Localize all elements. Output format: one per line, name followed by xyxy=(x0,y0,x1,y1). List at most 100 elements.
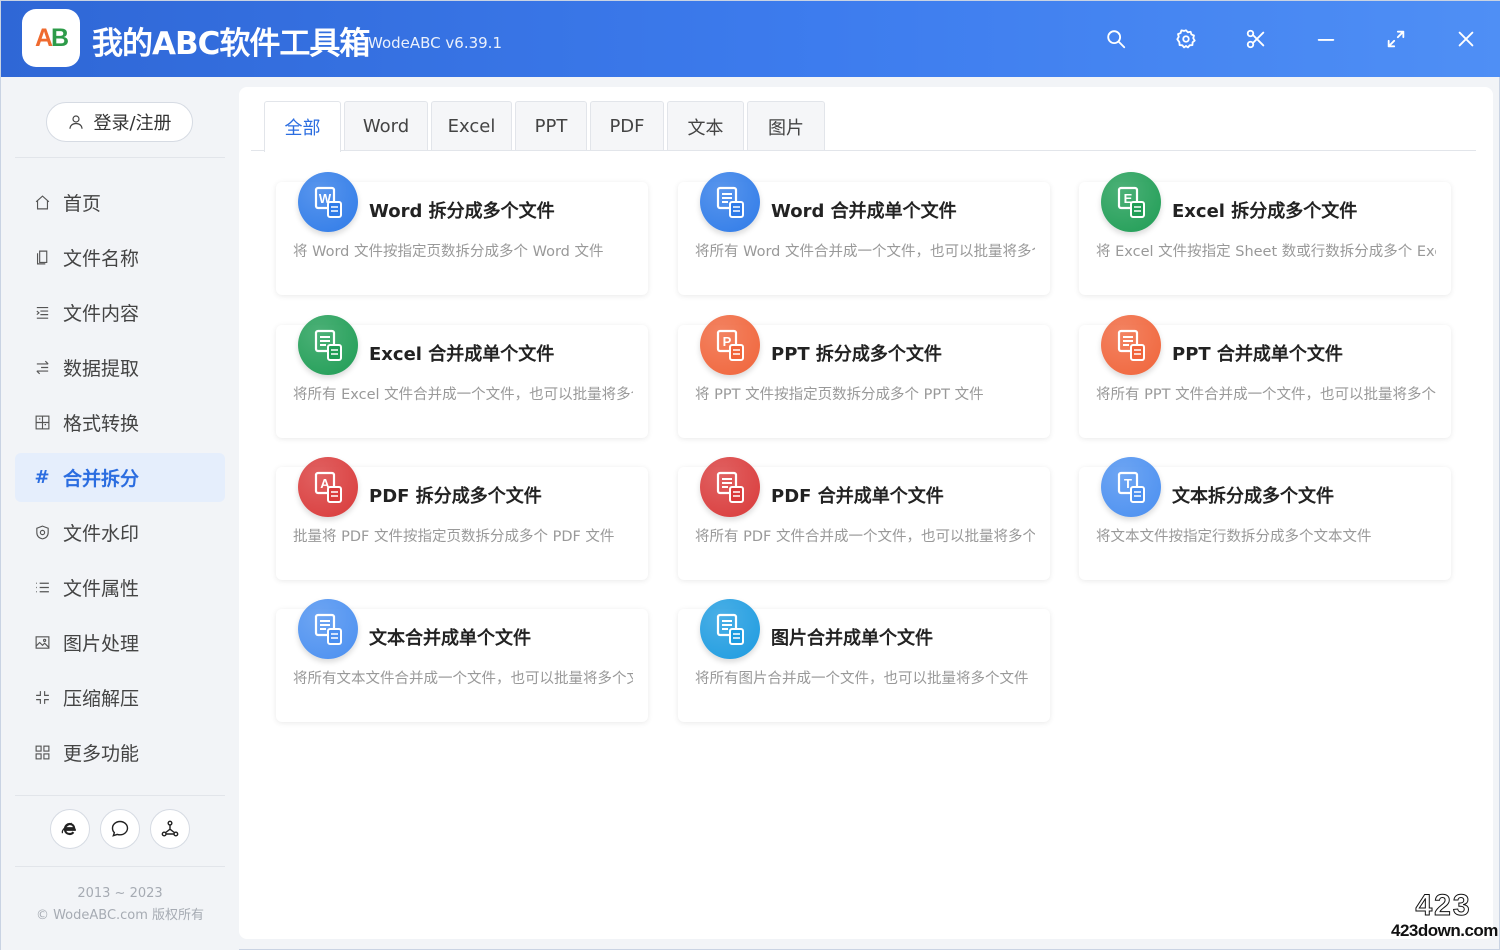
watermark-shield-icon xyxy=(33,524,51,542)
tool-card[interactable]: E Excel 拆分成多个文件将 Excel 文件按指定 Sheet 数或行数拆分… xyxy=(1079,172,1451,295)
search-icon xyxy=(1107,30,1126,49)
app-window: AB 我的ABC软件工具箱 WodeABC v6.39.1 登录/注册 首页 文… xyxy=(0,0,1500,950)
pdf-split-icon: A xyxy=(298,457,358,517)
settings-icon xyxy=(1176,29,1196,49)
tool-card[interactable]: 文本合并成单个文件将所有文本文件合并成一个文件，也可以批量将多个文件 xyxy=(276,599,648,722)
tool-card[interactable]: A PDF 拆分成多个文件批量将 PDF 文件按指定页数拆分成多个 PDF 文件 xyxy=(276,457,648,580)
tool-card-description: 将 Word 文件按指定页数拆分成多个 Word 文件 xyxy=(293,244,604,260)
site-watermark: 423 423down.com xyxy=(1391,889,1498,940)
tool-card-title: 图片合并成单个文件 xyxy=(771,628,933,649)
image-merge-icon xyxy=(700,599,760,659)
sidebar-item-format-convert[interactable]: 格式转换 xyxy=(15,398,225,447)
data-extract-icon xyxy=(33,359,51,377)
tool-card-title: PDF 拆分成多个文件 xyxy=(369,486,542,507)
minimize-button[interactable] xyxy=(1311,24,1341,54)
search-button[interactable] xyxy=(1101,24,1131,54)
chat-bubble-icon xyxy=(111,820,129,837)
tool-card-title: Excel 合并成单个文件 xyxy=(369,344,555,365)
sidebar-item-image-processing[interactable]: 图片处理 xyxy=(15,618,225,667)
word-split-icon: W xyxy=(298,172,358,232)
sidebar-item-file-content[interactable]: 文件内容 xyxy=(15,288,225,337)
tool-card-title: Excel 拆分成多个文件 xyxy=(1172,201,1358,222)
close-icon xyxy=(1458,31,1474,47)
excel-split-icon: E xyxy=(1101,172,1161,232)
hash-icon: # xyxy=(34,467,50,488)
scissors-icon xyxy=(1246,29,1265,49)
tool-card-description: 将文本文件按指定行数拆分成多个文本文件 xyxy=(1096,529,1372,545)
tool-card[interactable]: PDF 合并成单个文件 将所有 PDF 文件合并成一个文件，也可以批量将多个文件 xyxy=(678,457,1050,580)
grid-icon xyxy=(33,744,51,762)
word-merge-icon xyxy=(700,172,760,232)
maximize-icon xyxy=(1387,30,1405,48)
tool-card-description: 将所有 Excel 文件合并成一个文件，也可以批量将多个文件 xyxy=(293,387,633,403)
sidebar: 登录/注册 首页 文件名称 文件内容 数据提取 格式转换 # 合并拆分 文件水印… xyxy=(1,77,239,950)
screenshot-button[interactable] xyxy=(1241,24,1271,54)
settings-button[interactable] xyxy=(1171,24,1201,54)
sidebar-item-file-name[interactable]: 文件名称 xyxy=(15,233,225,282)
tool-card-title: PPT 合并成单个文件 xyxy=(1172,344,1343,365)
share-button[interactable] xyxy=(150,809,190,849)
tool-card-description: 将所有 PPT 文件合并成一个文件，也可以批量将多个文件 xyxy=(1096,387,1436,403)
tab-ppt[interactable]: PPT xyxy=(515,101,587,151)
sidebar-item-home[interactable]: 首页 xyxy=(15,178,225,227)
minimize-icon xyxy=(1317,39,1335,41)
tab-word[interactable]: Word xyxy=(344,101,428,151)
sidebar-item-data-extract[interactable]: 数据提取 xyxy=(15,343,225,392)
tab-pdf[interactable]: PDF xyxy=(590,101,664,151)
list-icon xyxy=(33,579,51,597)
maximize-button[interactable] xyxy=(1381,24,1411,54)
tool-card-description: 将所有图片合并成一个文件，也可以批量将多个文件 xyxy=(695,671,1029,687)
text-merge-icon xyxy=(298,599,358,659)
pdf-merge-icon xyxy=(700,457,760,517)
tool-card[interactable]: W Word 拆分成多个文件将 Word 文件按指定页数拆分成多个 Word 文件 xyxy=(276,172,648,295)
tool-card-title: PPT 拆分成多个文件 xyxy=(771,344,942,365)
app-version: WodeABC v6.39.1 xyxy=(368,34,502,52)
user-icon xyxy=(69,115,84,129)
tool-card-description: 将所有文本文件合并成一个文件，也可以批量将多个文件 xyxy=(293,671,633,687)
browser-e-icon xyxy=(61,822,76,836)
tool-card[interactable]: Word 合并成单个文件将所有 Word 文件合并成一个文件，也可以批量将多个文… xyxy=(678,172,1050,295)
tab-all[interactable]: 全部 xyxy=(264,101,341,152)
sidebar-divider xyxy=(15,157,225,158)
copyright: 2013 ~ 2023 © WodeABC.com 版权所有 xyxy=(35,886,205,923)
tool-card-title: Word 合并成单个文件 xyxy=(771,201,957,222)
tool-card-description: 批量将 PDF 文件按指定页数拆分成多个 PDF 文件 xyxy=(293,529,615,545)
tool-card[interactable]: Excel 合并成单个文件将所有 Excel 文件合并成一个文件，也可以批量将多… xyxy=(276,315,648,438)
home-icon xyxy=(33,194,51,212)
sidebar-item-compress[interactable]: 压缩解压 xyxy=(15,673,225,722)
tab-image[interactable]: 图片 xyxy=(747,101,825,151)
tool-card-description: 将 PPT 文件按指定页数拆分成多个 PPT 文件 xyxy=(695,387,984,403)
tool-card[interactable]: PPT 合并成单个文件将所有 PPT 文件合并成一个文件，也可以批量将多个文件 xyxy=(1079,315,1451,438)
sidebar-item-merge-split[interactable]: # 合并拆分 xyxy=(15,453,225,502)
tool-card-description: 将 Excel 文件按指定 Sheet 数或行数拆分成多个 Excel 文件 xyxy=(1096,244,1436,260)
chat-button[interactable] xyxy=(100,809,140,849)
compress-icon xyxy=(33,689,51,707)
sidebar-item-more[interactable]: 更多功能 xyxy=(15,728,225,777)
tool-card-description: 将所有 PDF 文件合并成一个文件，也可以批量将多个文件 xyxy=(695,529,1035,545)
file-name-icon xyxy=(33,249,51,267)
image-icon xyxy=(33,634,51,652)
excel-merge-icon xyxy=(298,315,358,375)
app-title: 我的ABC软件工具箱 xyxy=(92,26,370,62)
file-content-icon xyxy=(33,304,51,322)
tabs-divider xyxy=(251,150,1476,151)
tool-card-title: 文本合并成单个文件 xyxy=(369,628,531,649)
main-panel: 全部 Word Excel PPT PDF 文本 图片 W Word 拆分成多个文… xyxy=(239,87,1493,939)
sidebar-item-watermark[interactable]: 文件水印 xyxy=(15,508,225,557)
share-network-icon xyxy=(161,820,179,837)
browser-button[interactable] xyxy=(50,809,90,849)
tab-text[interactable]: 文本 xyxy=(667,101,744,151)
app-logo: AB xyxy=(22,9,80,67)
category-tabs: 全部 Word Excel PPT PDF 文本 图片 xyxy=(264,101,828,152)
tool-card-description: 将所有 Word 文件合并成一个文件，也可以批量将多个文件 xyxy=(695,244,1035,260)
tool-card[interactable]: 图片合并成单个文件将所有图片合并成一个文件，也可以批量将多个文件 xyxy=(678,599,1050,722)
title-bar: AB 我的ABC软件工具箱 WodeABC v6.39.1 xyxy=(1,1,1500,77)
login-register-button[interactable]: 登录/注册 xyxy=(46,102,193,142)
tab-excel[interactable]: Excel xyxy=(431,101,512,151)
sidebar-divider xyxy=(15,795,225,796)
tool-card[interactable]: P PPT 拆分成多个文件将 PPT 文件按指定页数拆分成多个 PPT 文件 xyxy=(678,315,1050,438)
tool-card[interactable]: T 文本拆分成多个文件 将文本文件按指定行数拆分成多个文本文件 xyxy=(1079,457,1451,580)
text-split-icon: T xyxy=(1101,457,1161,517)
close-button[interactable] xyxy=(1451,24,1481,54)
sidebar-item-file-properties[interactable]: 文件属性 xyxy=(15,563,225,612)
